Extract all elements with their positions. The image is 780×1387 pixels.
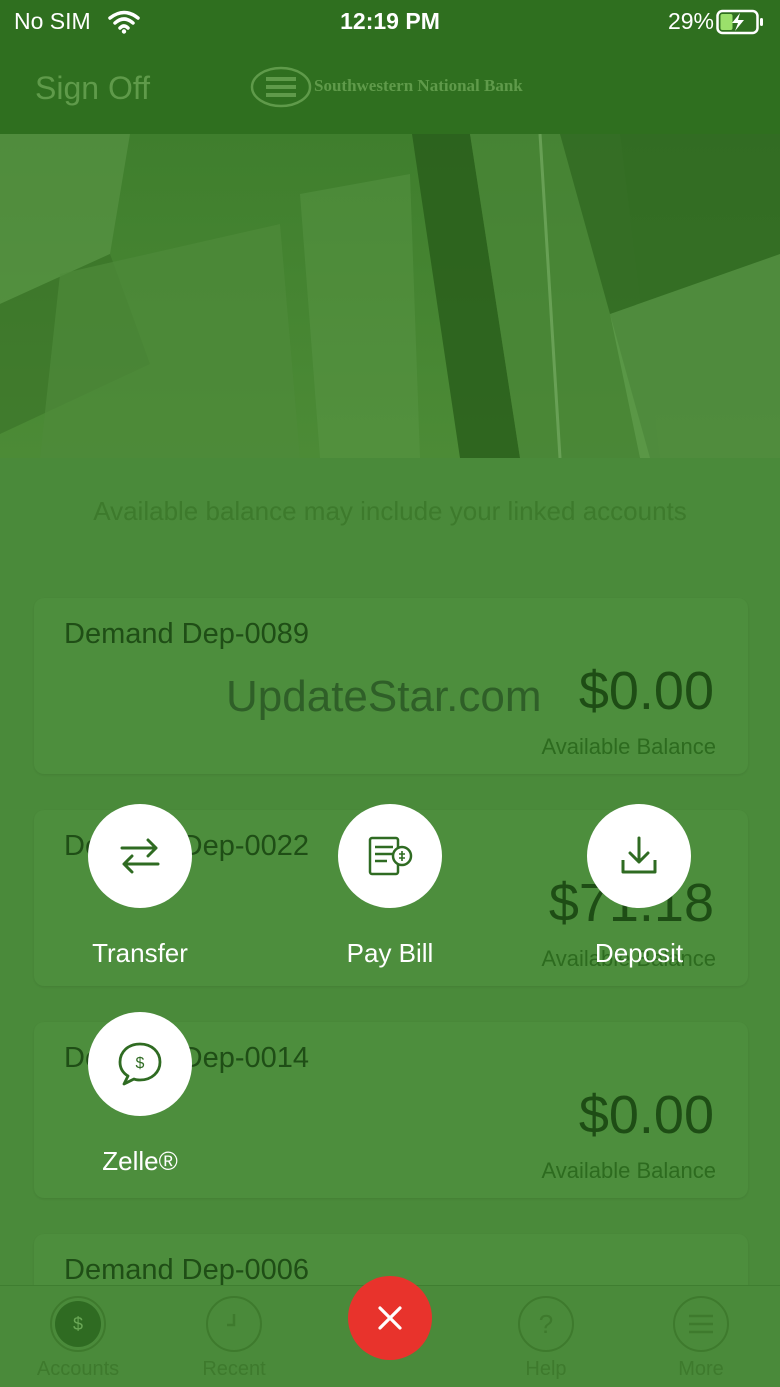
zelle-label: Zelle® bbox=[102, 1146, 178, 1176]
deposit-label: Deposit bbox=[594, 938, 684, 968]
transfer-label: Transfer bbox=[92, 938, 188, 968]
tab-more-label: More bbox=[678, 1358, 724, 1380]
clock: 12:19 PM bbox=[340, 8, 440, 34]
balance-note: Available balance may include your linke… bbox=[93, 496, 687, 526]
battery-percent: 29% bbox=[667, 8, 714, 34]
tab-recent-label: Recent bbox=[202, 1358, 266, 1380]
battery-charging-icon bbox=[716, 9, 763, 35]
account-card[interactable]: Demand Dep-0089 UpdateStar.com $0.00 Ava… bbox=[34, 598, 748, 774]
balance-label: Available Balance bbox=[541, 1158, 717, 1183]
menu-icon bbox=[673, 1296, 729, 1352]
svg-text:$: $ bbox=[136, 1055, 145, 1072]
zelle-button[interactable]: $ bbox=[88, 1012, 192, 1116]
accounts-icon: $ bbox=[50, 1296, 106, 1352]
tab-more[interactable]: More bbox=[641, 1296, 761, 1381]
close-menu-button[interactable] bbox=[348, 1276, 432, 1360]
zelle-action[interactable]: $ Zelle® bbox=[60, 1012, 220, 1177]
watermark-text: UpdateStar.com bbox=[226, 672, 542, 721]
question-icon: ? bbox=[518, 1296, 574, 1352]
hero-banner bbox=[0, 134, 780, 458]
tab-accounts-label: Accounts bbox=[36, 1358, 120, 1380]
account-name: Demand Dep-0006 bbox=[64, 1254, 310, 1286]
account-balance: $0.00 bbox=[578, 1085, 714, 1145]
bank-logo-icon bbox=[250, 66, 312, 108]
pay-bill-action[interactable]: Pay Bill bbox=[310, 804, 470, 969]
account-name: Demand Dep-0089 bbox=[64, 618, 310, 650]
status-bar: No SIM 12:19 PM 29% bbox=[0, 0, 780, 44]
balance-label: Available Balance bbox=[541, 734, 717, 759]
transfer-button[interactable] bbox=[88, 804, 192, 908]
sign-off-button[interactable]: Sign Off bbox=[35, 70, 150, 107]
app-screen: No SIM 12:19 PM 29% Sign Off Southwester… bbox=[0, 0, 780, 1387]
buildings-image bbox=[0, 134, 780, 458]
pay-bill-button[interactable] bbox=[338, 804, 442, 908]
arrows-swap-icon bbox=[120, 838, 160, 874]
bill-icon bbox=[368, 836, 413, 876]
chat-dollar-icon: $ bbox=[118, 1042, 162, 1086]
tab-recent[interactable]: Recent bbox=[174, 1296, 294, 1381]
deposit-action[interactable]: Deposit bbox=[559, 804, 719, 969]
pay-bill-label: Pay Bill bbox=[346, 938, 434, 968]
tab-accounts[interactable]: $ Accounts bbox=[18, 1296, 138, 1381]
app-header: Sign Off Southwestern National Bank bbox=[0, 44, 780, 134]
tab-help-label: Help bbox=[525, 1358, 567, 1380]
clock-icon bbox=[206, 1296, 262, 1352]
bank-name: Southwestern National Bank bbox=[314, 76, 523, 95]
download-tray-icon bbox=[621, 836, 657, 874]
tab-help[interactable]: ? Help bbox=[486, 1296, 606, 1381]
close-icon bbox=[378, 1306, 402, 1330]
deposit-button[interactable] bbox=[587, 804, 691, 908]
account-balance: $0.00 bbox=[578, 661, 714, 721]
transfer-action[interactable]: Transfer bbox=[60, 804, 220, 969]
